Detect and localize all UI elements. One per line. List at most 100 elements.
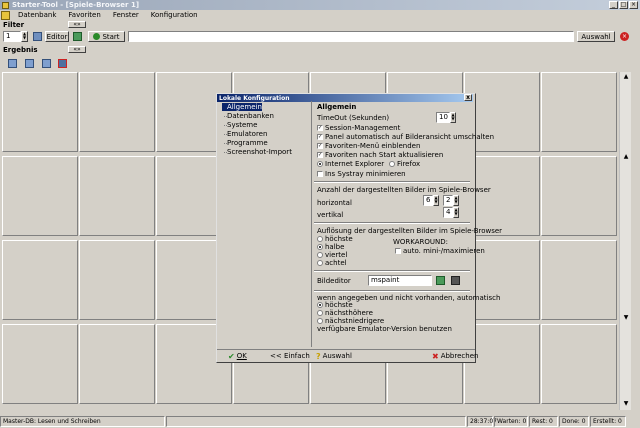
resolution-label: höchste: [325, 235, 353, 243]
scroll-page-down-icon[interactable]: ▼: [621, 313, 631, 323]
horizontal-spinner-2[interactable]: ▲ ▼: [453, 195, 459, 206]
checkbox-systray[interactable]: [317, 171, 323, 177]
workaround-label: WORKAROUND:: [393, 238, 449, 246]
statusbar: Master-DB: Lesen und Schreiben 28:37:07 …: [0, 414, 640, 428]
checkbox-option[interactable]: ✓: [317, 143, 323, 149]
abbrechen-button[interactable]: ✖ Abbrechen: [432, 351, 478, 361]
thumbnail-cell[interactable]: [79, 72, 155, 152]
window-titlebar[interactable]: Starter-Tool - [Spiele-Browser 1] _ □ ×: [0, 0, 640, 10]
start-button[interactable]: Start: [88, 31, 125, 42]
horizontal-spinner-1[interactable]: ▲ ▼: [433, 195, 439, 206]
tree-item[interactable]: Programme: [222, 139, 268, 147]
maximize-button[interactable]: □: [619, 1, 628, 9]
editor-button[interactable]: Editor: [45, 31, 69, 42]
floppy-icon[interactable]: [33, 32, 42, 41]
status-done: Done: 0: [559, 415, 589, 427]
thumbnail-cell[interactable]: [2, 324, 78, 404]
resolution-label: achtel: [325, 259, 347, 267]
dialog-close-button[interactable]: x: [464, 94, 472, 101]
scroll-down-icon[interactable]: ▼: [621, 399, 631, 409]
checkbox-option[interactable]: ✓: [317, 134, 323, 140]
checkbox-label: Favoriten-Menü einblenden: [325, 142, 421, 150]
thumbnail-cell[interactable]: [2, 240, 78, 320]
auswahl-dialog-button[interactable]: ? Auswahl: [316, 351, 352, 361]
app-icon: [2, 1, 9, 9]
browse-icon[interactable]: [436, 276, 445, 285]
emulator-radio[interactable]: [317, 318, 323, 324]
thumbnail-cell[interactable]: [541, 72, 617, 152]
tree-item[interactable]: Screenshot-Import: [222, 148, 292, 156]
radio-internet-explorer[interactable]: [317, 161, 323, 167]
label-workaround: auto. mini-/maximieren: [403, 247, 485, 255]
filter-number-field[interactable]: 1: [3, 31, 21, 42]
status-time: 28:37:07: [467, 415, 497, 427]
auswahl-button[interactable]: Auswahl: [577, 31, 615, 42]
scroll-up-icon[interactable]: ▲: [621, 72, 631, 82]
thumbnail-cell[interactable]: [541, 324, 617, 404]
resolution-label: halbe: [325, 243, 345, 251]
bildeditor-label: Bildeditor: [317, 277, 351, 285]
timeout-spinner[interactable]: ▲ ▼: [450, 112, 456, 123]
vertical-input[interactable]: 4: [443, 207, 453, 218]
thumbnail-cell[interactable]: [541, 156, 617, 236]
filter-header: Filter: [3, 20, 25, 29]
thumbnail-cell[interactable]: [79, 156, 155, 236]
emulator-radio[interactable]: [317, 310, 323, 316]
menu-konfiguration[interactable]: Konfiguration: [145, 11, 204, 19]
filter-number-spinner[interactable]: ▲ ▼: [21, 31, 28, 42]
tree-item[interactable]: Datenbanken: [222, 112, 274, 120]
vertical-spinner[interactable]: ▲ ▼: [453, 207, 459, 218]
resolution-title: Auflösung der dargestellten Bilder im Sp…: [317, 227, 503, 235]
refresh-icon[interactable]: [73, 32, 82, 41]
menu-fenster[interactable]: Fenster: [107, 11, 145, 19]
view-icon-2[interactable]: [25, 59, 34, 68]
tree-item[interactable]: Emulatoren: [222, 130, 267, 138]
bildeditor-input[interactable]: mspaint: [368, 275, 432, 286]
checkbox-label: Favoriten nach Start aktualisieren: [325, 151, 444, 159]
menu-datenbank[interactable]: Datenbank: [12, 11, 62, 19]
thumbnail-cell[interactable]: [79, 240, 155, 320]
resolution-radio[interactable]: [317, 260, 323, 266]
clear-filter-icon[interactable]: ×: [620, 32, 629, 41]
horizontal-input-1[interactable]: 6: [423, 195, 433, 206]
horizontal-label: horizontal: [317, 199, 352, 207]
close-button[interactable]: ×: [629, 1, 638, 9]
thumbnail-cell[interactable]: [541, 240, 617, 320]
separator-2: [314, 222, 470, 224]
menu-favoriten[interactable]: Favoriten: [62, 11, 106, 19]
section-title: Allgemein: [317, 103, 357, 111]
thumbnail-cell[interactable]: [79, 324, 155, 404]
separator-4: [314, 290, 470, 292]
view-icon-3[interactable]: [42, 59, 51, 68]
thumbnail-cell[interactable]: [2, 156, 78, 236]
resolution-radio[interactable]: [317, 236, 323, 242]
resolution-radio[interactable]: [317, 244, 323, 250]
horizontal-input-2[interactable]: 2: [443, 195, 453, 206]
dialog-splitter[interactable]: [311, 101, 312, 347]
radio-firefox[interactable]: [389, 161, 395, 167]
ok-button[interactable]: ✔ OK: [228, 351, 247, 361]
tree-item[interactable]: Allgemein: [222, 103, 262, 111]
document-icon: [1, 10, 10, 20]
checkbox-option[interactable]: ✓: [317, 152, 323, 158]
view-icon-1[interactable]: [8, 59, 17, 68]
ergebnis-collapse-button[interactable]: «»: [68, 46, 86, 53]
emulator-radio[interactable]: [317, 302, 323, 308]
view-icon-4[interactable]: [58, 59, 67, 68]
label-firefox: Firefox: [397, 160, 421, 168]
einfach-button[interactable]: << Einfach: [270, 351, 310, 361]
filter-search-input[interactable]: [128, 31, 574, 42]
checkbox-option[interactable]: ✓: [317, 125, 323, 131]
check-icon: ✔: [228, 351, 235, 361]
tree-item[interactable]: Systeme: [222, 121, 257, 129]
resolution-radio[interactable]: [317, 252, 323, 258]
filter-collapse-button[interactable]: «»: [68, 21, 86, 28]
scroll-page-up-icon[interactable]: ▲: [621, 152, 631, 162]
trash-icon[interactable]: [451, 276, 460, 285]
timeout-input[interactable]: 10: [436, 112, 450, 123]
minimize-button[interactable]: _: [609, 1, 618, 9]
thumbnail-cell[interactable]: [2, 72, 78, 152]
checkbox-workaround[interactable]: [395, 248, 401, 254]
status-waiting: Warten: 0: [494, 415, 528, 427]
grid-scrollbar[interactable]: ▲ ▲ ▼ ▼: [619, 72, 631, 410]
